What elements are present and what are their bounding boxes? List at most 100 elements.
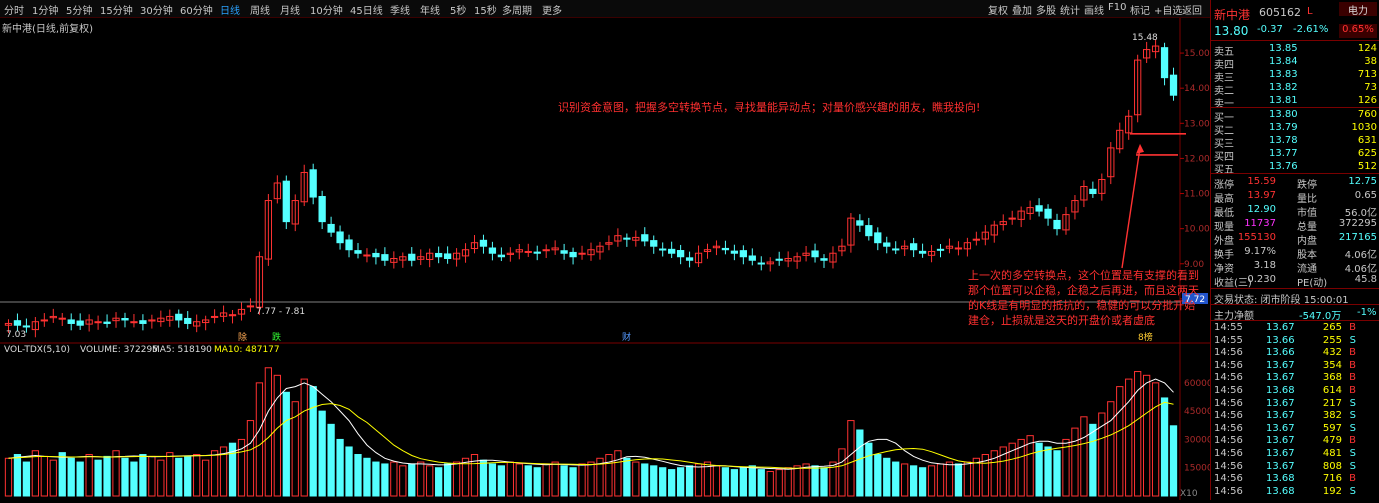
period-tab[interactable]: 周线 <box>250 2 270 17</box>
tick-time: 14:56 <box>1214 473 1243 485</box>
period-tab[interactable]: 多周期 <box>502 2 532 17</box>
tick-price: 13.67 <box>1266 435 1295 447</box>
stat-label: 量比 <box>1297 194 1317 205</box>
stat-label: 最低 <box>1214 208 1234 219</box>
toolbar-button[interactable]: 返回 <box>1182 2 1202 17</box>
stat-label: 收益(三) <box>1214 278 1252 289</box>
tick-volume: 479 <box>1322 435 1342 447</box>
event-marker: 财 <box>622 331 631 343</box>
tick-time: 14:56 <box>1214 385 1243 396</box>
volume-bar <box>318 410 326 497</box>
volume-bar <box>874 454 882 497</box>
tick-volume: 808 <box>1322 460 1342 472</box>
toolbar-button[interactable]: 标记 <box>1130 2 1150 17</box>
sector-name[interactable]: 电力 <box>1339 2 1377 17</box>
period-tab[interactable]: 5秒 <box>450 2 466 17</box>
period-tab[interactable]: 更多 <box>542 2 562 17</box>
volume-bar <box>264 367 273 497</box>
candle-body <box>560 250 568 254</box>
toolbar-button[interactable]: 复权 <box>988 2 1008 17</box>
toolbar-button[interactable]: 统计 <box>1060 2 1080 17</box>
candle-body <box>936 248 945 251</box>
candle-body <box>354 250 362 254</box>
candle-body <box>909 243 918 251</box>
period-tab[interactable]: 30分钟 <box>140 2 173 17</box>
candle-body <box>524 250 532 253</box>
y-tick-label: 11.00 <box>1184 190 1210 200</box>
tick-price: 13.68 <box>1266 473 1295 485</box>
volume-bar <box>193 454 201 497</box>
period-tab[interactable]: 45日线 <box>350 2 383 17</box>
y-tick-label: 10.00 <box>1184 225 1210 235</box>
main-flow-pct: -1% <box>1357 307 1377 318</box>
ask-volume: 73 <box>1364 82 1377 93</box>
volume-bar <box>175 457 183 497</box>
period-tab[interactable]: 15秒 <box>474 2 497 17</box>
ma10-line <box>8 401 1174 469</box>
vol-tick-label: 45000 <box>1184 407 1210 417</box>
tick-volume: 481 <box>1322 448 1342 459</box>
ask-price: 13.81 <box>1269 95 1298 106</box>
tick-time: 14:56 <box>1214 372 1243 384</box>
volume-bar <box>1053 450 1061 497</box>
period-tab[interactable]: 5分钟 <box>66 2 92 17</box>
period-tab[interactable]: 15分钟 <box>100 2 133 17</box>
period-tab[interactable]: 60分钟 <box>180 2 213 17</box>
tick-time: 14:56 <box>1214 448 1243 459</box>
stat-label: 内盘 <box>1297 236 1317 247</box>
chart-area[interactable]: 15.0014.0013.0012.0011.0010.009.008.0015… <box>0 18 1213 500</box>
period-tab[interactable]: 10分钟 <box>310 2 343 17</box>
period-tab[interactable]: 月线 <box>280 2 300 17</box>
toolbar-button[interactable]: 画线 <box>1084 2 1104 17</box>
volume-bar <box>784 467 792 497</box>
tick-side: B <box>1349 473 1356 485</box>
bid-price: 13.78 <box>1269 135 1298 146</box>
volume-bar <box>67 457 75 497</box>
y-tick-label: 14.00 <box>1184 84 1210 94</box>
toolbar-button[interactable]: F10 <box>1108 2 1126 13</box>
volume-bar <box>945 461 954 497</box>
volume-bar <box>309 386 317 497</box>
period-tab[interactable]: 日线 <box>220 2 240 17</box>
stat-row: 现量 11737 总量 372295 <box>1211 218 1379 233</box>
volume-bar <box>184 455 192 497</box>
tick-price: 13.66 <box>1266 334 1295 346</box>
candle-body <box>309 169 317 198</box>
toolbar-button[interactable]: 多股 <box>1036 2 1056 17</box>
volume-bar <box>1098 412 1106 497</box>
volume-bar <box>712 465 721 497</box>
tick-time: 14:56 <box>1214 485 1243 497</box>
volume-bar <box>246 420 255 497</box>
tick-row: 14:56 13.67 382 S <box>1211 410 1379 422</box>
stock-code: 605162 <box>1259 6 1301 19</box>
candle-body <box>408 253 416 261</box>
period-tab[interactable]: 季线 <box>390 2 410 17</box>
bid-price: 13.80 <box>1269 109 1298 120</box>
kline-chart[interactable]: 15.0014.0013.0012.0011.0010.009.008.0015… <box>0 18 1213 500</box>
tick-side: B <box>1349 372 1356 384</box>
tick-time: 14:56 <box>1214 397 1243 409</box>
candle-body <box>874 232 882 244</box>
volume-bar <box>345 446 353 497</box>
ask-row: 卖四 13.84 38 <box>1211 56 1379 71</box>
candle-body <box>282 180 290 223</box>
tick-time: 14:55 <box>1214 334 1243 346</box>
bid-price: 13.77 <box>1269 148 1298 159</box>
toolbar-button[interactable]: +自选 <box>1154 2 1182 17</box>
tick-volume: 255 <box>1322 334 1342 346</box>
toolbar-button[interactable]: 叠加 <box>1012 2 1032 17</box>
volume-bar <box>721 467 730 497</box>
period-tab[interactable]: 分时 <box>4 2 24 17</box>
candle-body <box>811 250 819 258</box>
volume-bar <box>632 461 640 497</box>
y-tick-label: 12.00 <box>1184 154 1210 164</box>
stat-label: 净资 <box>1214 264 1234 275</box>
candle-body <box>1169 74 1178 96</box>
volume-bar <box>820 467 828 497</box>
candle-body <box>578 252 586 255</box>
volume-bar <box>1169 425 1178 497</box>
stat-label: PE(动) <box>1297 278 1328 289</box>
period-tab[interactable]: 年线 <box>420 2 440 17</box>
volume-bar <box>775 469 783 497</box>
period-tab[interactable]: 1分钟 <box>32 2 58 17</box>
